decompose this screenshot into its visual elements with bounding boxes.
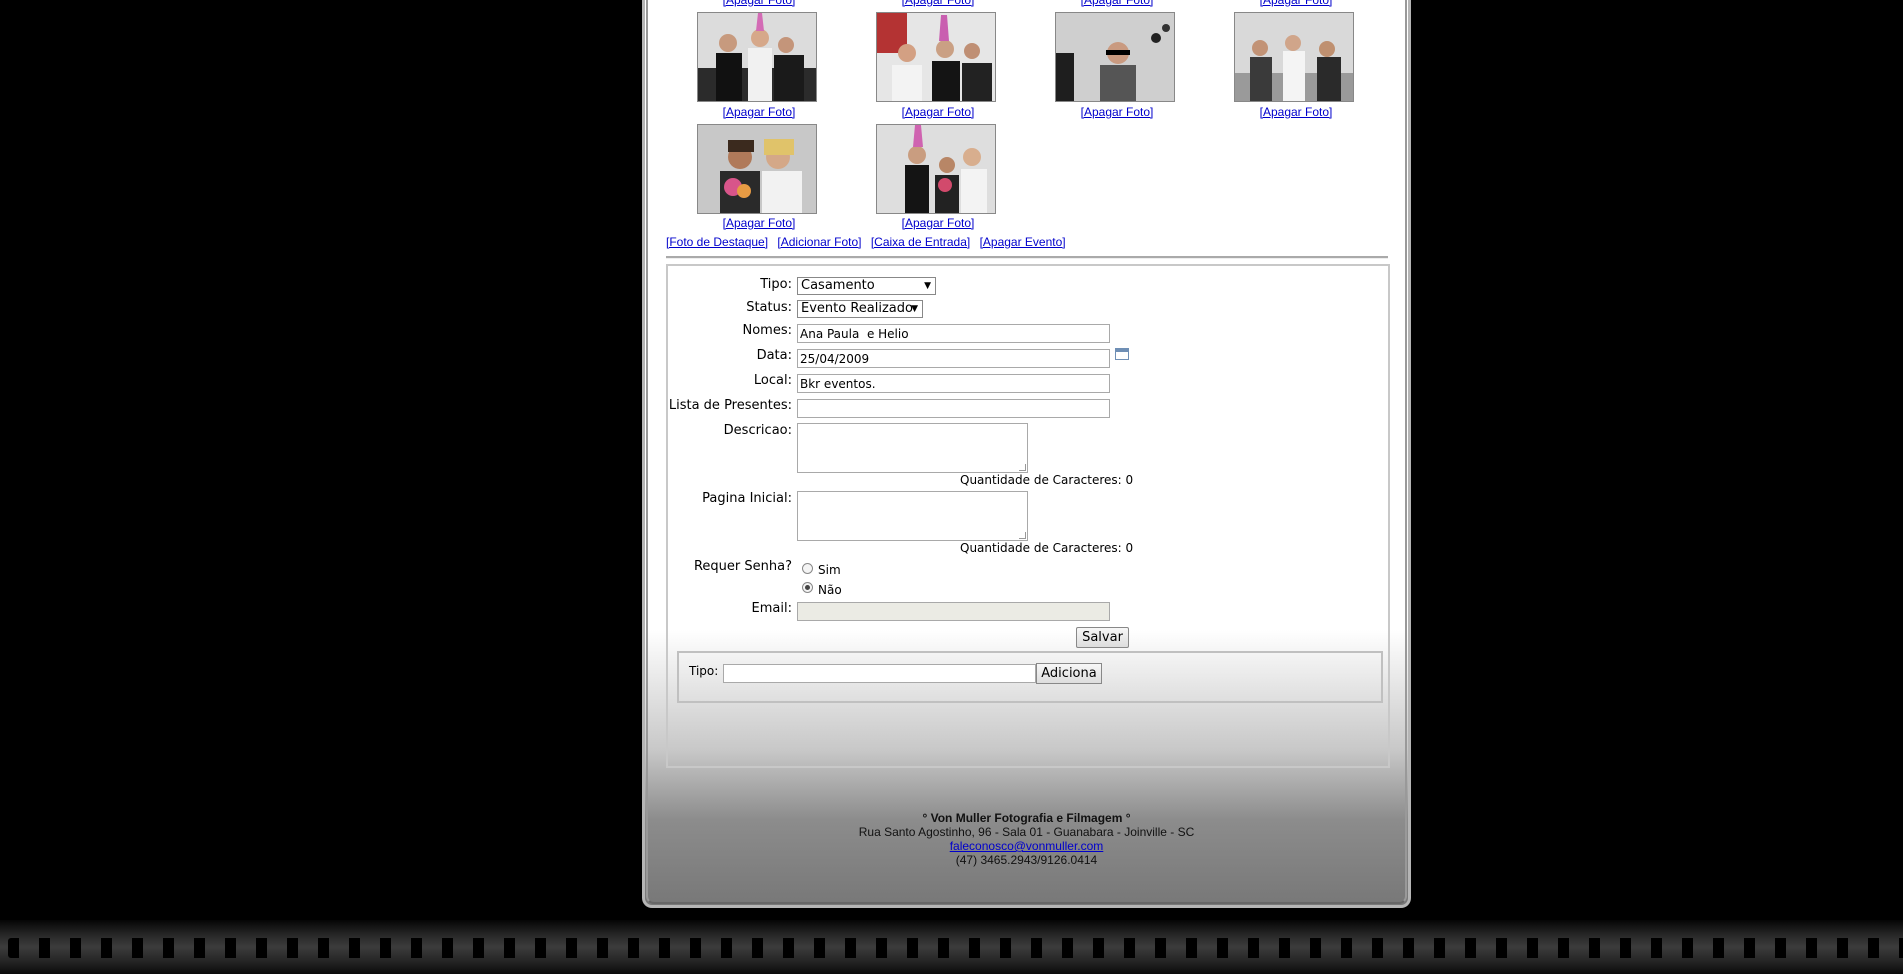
delete-photo-link[interactable]: [Apagar Foto] xyxy=(868,0,1008,7)
email-input[interactable] xyxy=(797,602,1110,621)
senha-sim-label: Sim xyxy=(818,563,841,577)
add-tipo-button[interactable]: Adiciona xyxy=(1036,663,1102,684)
tipo-label: Tipo: xyxy=(760,277,792,292)
descricao-label: Descricao: xyxy=(723,423,792,438)
delete-photo-link[interactable]: [Apagar Foto] xyxy=(689,105,829,119)
resize-grip-icon[interactable] xyxy=(1019,532,1026,539)
status-label: Status: xyxy=(746,300,792,315)
footer-phone: (47) 3465.2943/9126.0414 xyxy=(955,853,1098,867)
email-label: Email: xyxy=(751,601,792,616)
save-button[interactable]: Salvar xyxy=(1076,627,1129,648)
status-selected-value: Evento Realizado xyxy=(801,301,913,316)
calendar-icon[interactable] xyxy=(1115,348,1129,360)
tipo-select[interactable]: Casamento ▼ xyxy=(797,277,936,295)
event-photo[interactable] xyxy=(876,124,996,214)
local-input[interactable]: Bkr eventos. xyxy=(797,374,1110,393)
resize-grip-icon[interactable] xyxy=(1019,464,1026,471)
nomes-input[interactable]: Ana Paula e Helio xyxy=(797,324,1110,343)
event-photo[interactable] xyxy=(1055,12,1175,102)
data-label: Data: xyxy=(756,348,792,363)
filmstrip-decoration xyxy=(0,920,1903,974)
nomes-label: Nomes: xyxy=(742,323,793,338)
event-actions: [Foto de Destaque] [Adicionar Foto] [Cai… xyxy=(666,235,1072,249)
add-tipo-input[interactable] xyxy=(723,664,1036,683)
inbox-link[interactable]: [Caixa de Entrada] xyxy=(871,235,970,249)
lista-presentes-input[interactable] xyxy=(797,399,1110,418)
senha-nao-radio[interactable] xyxy=(802,582,813,593)
footer-address: Rua Santo Agostinho, 96 - Sala 01 - Guan… xyxy=(858,825,1195,839)
lista-presentes-label: Lista de Presentes: xyxy=(668,398,792,413)
pagina-inicial-char-count: Quantidade de Caracteres: 0 xyxy=(960,541,1134,555)
requer-senha-label: Requer Senha? xyxy=(693,559,792,574)
filmstrip-holes xyxy=(8,938,1903,958)
delete-photo-link[interactable]: [Apagar Foto] xyxy=(1226,105,1366,119)
descricao-textarea[interactable] xyxy=(797,423,1028,473)
footer-email-link[interactable]: faleconosco@vonmuller.com xyxy=(950,839,1104,853)
delete-photo-link[interactable]: [Apagar Foto] xyxy=(689,216,829,230)
add-photo-link[interactable]: [Adicionar Foto] xyxy=(777,235,861,249)
pagina-inicial-label: Pagina Inicial: xyxy=(702,491,792,506)
senha-sim-radio[interactable] xyxy=(802,563,813,574)
delete-photo-link[interactable]: [Apagar Foto] xyxy=(1047,0,1187,7)
delete-event-link[interactable]: [Apagar Evento] xyxy=(980,235,1066,249)
dropdown-arrow-icon: ▼ xyxy=(911,304,918,314)
add-tipo-label: Tipo: xyxy=(689,664,719,678)
delete-photo-link[interactable]: [Apagar Foto] xyxy=(1047,105,1187,119)
event-photo[interactable] xyxy=(876,12,996,102)
event-photo[interactable] xyxy=(697,12,817,102)
tipo-selected-value: Casamento xyxy=(801,278,875,293)
event-photo[interactable] xyxy=(1234,12,1354,102)
delete-photo-link[interactable]: [Apagar Foto] xyxy=(868,216,1008,230)
senha-nao-label: Não xyxy=(818,583,842,597)
dropdown-arrow-icon: ▼ xyxy=(924,281,931,291)
divider xyxy=(666,256,1388,259)
delete-photo-link[interactable]: [Apagar Foto] xyxy=(868,105,1008,119)
footer-company: ° Von Muller Fotografia e Filmagem ° xyxy=(922,811,1131,825)
featured-photo-link[interactable]: [Foto de Destaque] xyxy=(666,235,768,249)
descricao-char-count: Quantidade de Caracteres: 0 xyxy=(960,473,1134,487)
local-label: Local: xyxy=(753,373,792,388)
status-select[interactable]: Evento Realizado ▼ xyxy=(797,300,923,318)
delete-photo-link[interactable]: [Apagar Foto] xyxy=(1226,0,1366,7)
event-photo[interactable] xyxy=(697,124,817,214)
pagina-inicial-textarea[interactable] xyxy=(797,491,1028,541)
delete-photo-link[interactable]: [Apagar Foto] xyxy=(689,0,829,7)
data-input[interactable]: 25/04/2009 xyxy=(797,349,1110,368)
